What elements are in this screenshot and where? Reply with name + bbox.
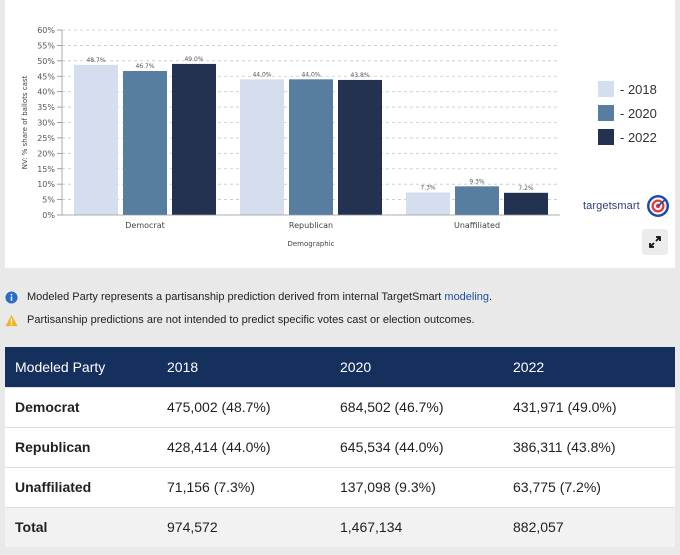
bar	[406, 192, 450, 215]
y-tick-label: 25%	[37, 134, 55, 143]
warning-icon	[5, 314, 18, 326]
y-tick-label: 15%	[37, 165, 55, 174]
value-cell: 431,971 (49.0%)	[503, 386, 675, 427]
legend-item-2022[interactable]: - 2022	[598, 126, 657, 148]
value-cell: 428,414 (44.0%)	[157, 426, 330, 467]
x-axis-label: Demographic	[287, 240, 334, 248]
table-row-total: Total 974,572 1,467,134 882,057	[5, 506, 675, 547]
legend-swatch-2018	[598, 81, 614, 97]
bar	[289, 79, 333, 215]
target-bullseye-icon	[646, 195, 669, 217]
bar	[240, 79, 284, 215]
bar	[123, 71, 167, 215]
warning-note: Partisanship predictions are not intende…	[5, 309, 675, 331]
info-note-body: Modeled Party represents a partisanship …	[27, 291, 445, 303]
column-header-2018: 2018	[157, 347, 330, 387]
bar	[172, 63, 216, 215]
value-cell: 475,002 (48.7%)	[157, 386, 330, 427]
y-axis-label: NV: % share of ballots cast	[21, 75, 29, 169]
value-cell: 684,502 (46.7%)	[330, 386, 503, 427]
y-tick-label: 60%	[37, 26, 55, 35]
value-cell: 386,311 (43.8%)	[503, 426, 675, 467]
info-note-suffix: .	[489, 291, 493, 303]
modeling-link[interactable]: modeling	[444, 291, 489, 303]
bar-data-label: 43.8%	[350, 72, 369, 79]
brand-name-part2: smart	[611, 200, 640, 212]
y-tick-label: 50%	[37, 57, 55, 66]
x-category-label: Republican	[289, 221, 333, 230]
value-cell: 974,572	[157, 506, 330, 547]
bar	[338, 79, 382, 215]
value-cell: 71,156 (7.3%)	[157, 466, 330, 507]
legend-swatch-2022	[598, 129, 614, 145]
y-tick-label: 0%	[42, 211, 55, 220]
column-header-2020: 2020	[330, 347, 503, 387]
bar-data-label: 48.7%	[86, 57, 105, 64]
notes-section: Modeled Party represents a partisanship …	[5, 286, 675, 332]
value-cell: 882,057	[503, 506, 675, 547]
chart-panel: 0% 5% 10% 15% 20% 25% 30% 35% 40% 45% 50% 55% 60% NV:…	[5, 0, 675, 268]
y-tick-label: 45%	[37, 72, 55, 81]
y-tick-label: 35%	[37, 103, 55, 112]
value-cell: 1,467,134	[330, 506, 503, 547]
party-cell: Republican	[5, 426, 157, 467]
expand-button[interactable]	[642, 229, 668, 255]
y-tick-label: 5%	[42, 196, 55, 205]
value-cell: 645,534 (44.0%)	[330, 426, 503, 467]
y-tick-label: 40%	[37, 88, 55, 97]
bar	[504, 192, 548, 215]
legend-item-2020[interactable]: - 2020	[598, 102, 657, 124]
y-tick-label: 30%	[37, 119, 55, 128]
bar-data-label: 9.3%	[469, 178, 485, 185]
x-category-label: Democrat	[125, 221, 165, 230]
column-header-2022: 2022	[503, 347, 675, 387]
bar	[455, 186, 499, 215]
bar-chart: 0% 5% 10% 15% 20% 25% 30% 35% 40% 45% 50% 55% 60% NV:…	[21, 26, 560, 248]
legend-item-2018[interactable]: - 2018	[598, 78, 657, 100]
bar-data-label: 7.3%	[420, 184, 436, 191]
brand-wordmark: targetsmart	[583, 200, 640, 212]
info-note: Modeled Party represents a partisanship …	[5, 286, 675, 308]
party-cell: Total	[5, 506, 157, 547]
legend-swatch-2020	[598, 105, 614, 121]
value-cell: 63,775 (7.2%)	[503, 466, 675, 507]
info-icon	[5, 290, 18, 304]
expand-arrows-icon	[649, 236, 661, 248]
column-header-party: Modeled Party	[5, 347, 157, 387]
bar	[74, 64, 118, 215]
table-header-row: Modeled Party 2018 2020 2022	[5, 347, 675, 387]
y-tick-label: 10%	[37, 180, 55, 189]
y-tick-label: 20%	[37, 149, 55, 158]
party-cell: Democrat	[5, 386, 157, 427]
table-row-democrat: Democrat 475,002 (48.7%) 684,502 (46.7%)…	[5, 386, 675, 427]
legend-label-2018: - 2018	[620, 81, 657, 97]
legend-label-2020: - 2020	[620, 105, 657, 121]
value-cell: 137,098 (9.3%)	[330, 466, 503, 507]
chart-legend: - 2018 - 2020 - 2022	[598, 78, 657, 150]
legend-label-2022: - 2022	[620, 129, 657, 145]
targetsmart-brand[interactable]: targetsmart	[583, 194, 670, 218]
bar-data-label: 46.7%	[135, 63, 154, 70]
table-row-republican: Republican 428,414 (44.0%) 645,534 (44.0…	[5, 426, 675, 467]
warning-note-text: Partisanship predictions are not intende…	[27, 314, 475, 326]
x-category-label: Unaffiliated	[454, 221, 500, 230]
party-cell: Unaffiliated	[5, 466, 157, 507]
table-row-unaffiliated: Unaffiliated 71,156 (7.3%) 137,098 (9.3%…	[5, 466, 675, 507]
y-tick-label: 55%	[37, 41, 55, 50]
bar-data-label: 44.0%	[301, 71, 320, 78]
bar-data-label: 49.0%	[184, 56, 203, 63]
bar-data-label: 44.0%	[252, 71, 271, 78]
info-note-text: Modeled Party represents a partisanship …	[27, 291, 492, 303]
party-table: Modeled Party 2018 2020 2022 Democrat 47…	[5, 347, 675, 547]
brand-name-part1: target	[583, 200, 612, 212]
bar-data-label: 7.2%	[518, 185, 534, 192]
